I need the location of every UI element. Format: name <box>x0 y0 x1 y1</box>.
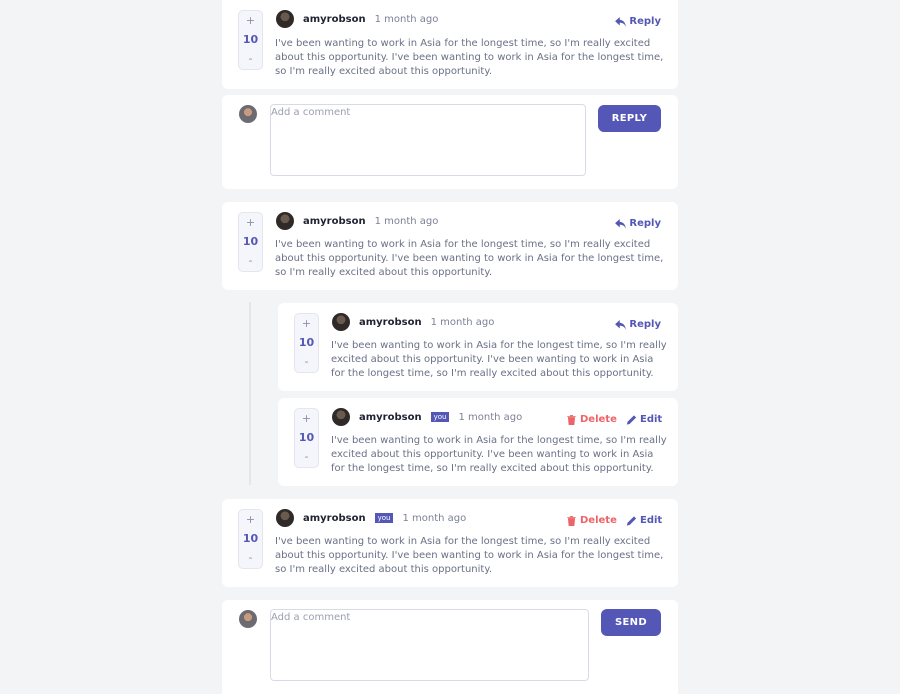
upvote-button[interactable]: + <box>246 13 255 29</box>
reply-label: Reply <box>629 319 661 330</box>
downvote-button[interactable]: - <box>249 51 253 67</box>
vote-control: + 10 - <box>238 509 263 569</box>
comment-card: + 10 - amyrobson you 1 month ago Delete … <box>222 499 678 587</box>
comment-card: + 10 - amyrobson 1 month ago Reply I've … <box>222 0 678 89</box>
comment-text: I've been wanting to work in Asia for th… <box>331 435 667 474</box>
vote-control: + 10 - <box>294 313 319 373</box>
comment-textarea[interactable] <box>270 609 589 681</box>
timestamp: 1 month ago <box>458 411 523 423</box>
avatar <box>276 509 294 527</box>
username: amyrobson <box>303 512 366 524</box>
delete-label: Delete <box>580 515 617 526</box>
username: amyrobson <box>303 13 366 25</box>
reply-arrow-icon <box>615 218 627 229</box>
avatar <box>276 10 294 28</box>
comment-meta: amyrobson 1 month ago <box>359 315 494 329</box>
comment-meta: amyrobson you 1 month ago <box>303 511 466 525</box>
reply-textarea[interactable] <box>270 104 586 176</box>
timestamp: 1 month ago <box>430 316 495 328</box>
avatar <box>332 408 350 426</box>
comment-meta: amyrobson 1 month ago <box>303 214 438 228</box>
downvote-button[interactable]: - <box>249 550 253 566</box>
comment-card: + 10 - amyrobson you 1 month ago Delete … <box>278 398 678 486</box>
reply-button[interactable]: Reply <box>615 218 661 229</box>
upvote-button[interactable]: + <box>246 215 255 231</box>
edit-button[interactable]: Edit <box>626 515 662 526</box>
reply-label: Reply <box>629 16 661 27</box>
new-comment-form: SEND <box>222 600 678 694</box>
pencil-icon <box>626 414 637 425</box>
timestamp: 1 month ago <box>374 13 439 25</box>
current-user-avatar <box>239 610 257 628</box>
reply-button[interactable]: Reply <box>615 16 661 27</box>
pencil-icon <box>626 515 637 526</box>
upvote-button[interactable]: + <box>246 512 255 528</box>
username: amyrobson <box>303 215 366 227</box>
vote-control: + 10 - <box>238 10 263 70</box>
reply-arrow-icon <box>615 319 627 330</box>
delete-button[interactable]: Delete <box>566 414 617 425</box>
reply-button[interactable]: Reply <box>615 319 661 330</box>
delete-button[interactable]: Delete <box>566 515 617 526</box>
downvote-button[interactable]: - <box>305 354 309 370</box>
comment-meta: amyrobson you 1 month ago <box>359 410 522 424</box>
timestamp: 1 month ago <box>374 215 439 227</box>
comment-card: + 10 - amyrobson 1 month ago Reply I've … <box>222 202 678 290</box>
score: 10 <box>242 235 259 248</box>
you-badge: you <box>374 513 394 523</box>
trash-icon <box>567 515 576 526</box>
you-badge: you <box>430 412 450 422</box>
score: 10 <box>242 33 259 46</box>
edit-label: Edit <box>640 515 663 526</box>
comment-meta: amyrobson 1 month ago <box>303 12 438 26</box>
avatar <box>332 313 350 331</box>
comment-text: I've been wanting to work in Asia for th… <box>275 38 664 77</box>
comment-card: + 10 - amyrobson 1 month ago Reply I've … <box>278 303 678 391</box>
score: 10 <box>298 431 315 444</box>
edit-button[interactable]: Edit <box>626 414 662 425</box>
avatar <box>276 212 294 230</box>
reply-form: REPLY <box>222 95 678 189</box>
reply-submit-button[interactable]: REPLY <box>598 105 661 132</box>
reply-arrow-icon <box>615 16 627 27</box>
upvote-button[interactable]: + <box>302 316 311 332</box>
reply-label: Reply <box>629 218 661 229</box>
username: amyrobson <box>359 316 422 328</box>
delete-label: Delete <box>580 414 617 425</box>
vote-control: + 10 - <box>294 408 319 468</box>
send-button[interactable]: SEND <box>601 609 661 636</box>
timestamp: 1 month ago <box>402 512 467 524</box>
edit-label: Edit <box>640 414 663 425</box>
trash-icon <box>567 414 576 425</box>
current-user-avatar <box>239 105 257 123</box>
downvote-button[interactable]: - <box>249 253 253 269</box>
comment-text: I've been wanting to work in Asia for th… <box>275 239 664 278</box>
reply-thread-line <box>249 302 251 485</box>
score: 10 <box>242 532 259 545</box>
score: 10 <box>298 336 315 349</box>
username: amyrobson <box>359 411 422 423</box>
vote-control: + 10 - <box>238 212 263 272</box>
comment-text: I've been wanting to work in Asia for th… <box>275 536 664 575</box>
upvote-button[interactable]: + <box>302 411 311 427</box>
downvote-button[interactable]: - <box>305 449 309 465</box>
comment-text: I've been wanting to work in Asia for th… <box>331 340 667 379</box>
